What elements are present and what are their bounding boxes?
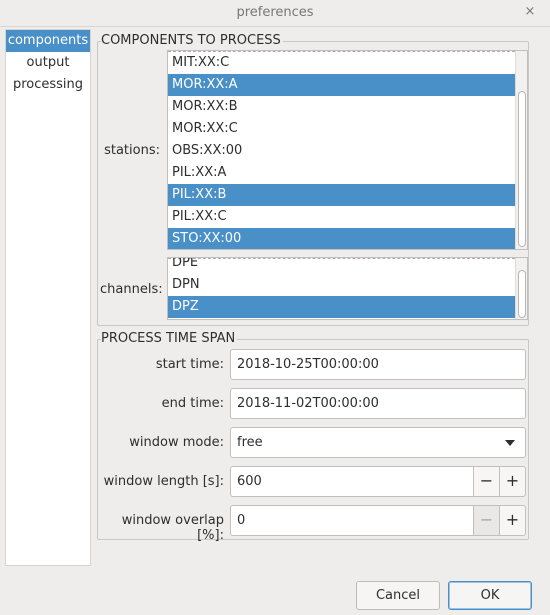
end-time-label: end time: [161, 396, 224, 411]
scrollbar-thumb[interactable] [518, 91, 526, 247]
channels-label: channels: [100, 282, 163, 297]
window-overlap-input[interactable]: 0 [230, 505, 474, 536]
title-bar: preferences × [0, 0, 550, 27]
start-time-input[interactable]: 2018-10-25T00:00:00 [230, 349, 526, 380]
list-item[interactable]: OBS:XX:00 [168, 140, 515, 162]
list-item[interactable]: MOR:XX:A [168, 74, 515, 96]
window-overlap-label: window overlap [%]: [121, 513, 224, 543]
list-item[interactable]: PIL:XX:C [168, 206, 515, 228]
end-time-input[interactable]: 2018-11-02T00:00:00 [230, 388, 526, 419]
scrollbar-thumb[interactable] [518, 270, 526, 318]
stations-label: stations: [104, 143, 160, 158]
sidebar-item-output[interactable]: output [6, 52, 90, 74]
start-time-label: start time: [155, 357, 224, 372]
window-length-input[interactable]: 600 [230, 466, 474, 497]
window-overlap-increment-button[interactable]: + [500, 505, 526, 536]
stations-scrollbar[interactable] [515, 51, 527, 249]
timespan-group-title: PROCESS TIME SPAN [101, 331, 238, 346]
sidebar-item-processing[interactable]: processing [6, 74, 90, 96]
window-length-increment-button[interactable]: + [500, 466, 526, 497]
chevron-down-icon [505, 440, 515, 446]
list-item[interactable]: MOR:XX:C [168, 118, 515, 140]
sidebar: components output processing [5, 29, 91, 566]
list-item[interactable]: MIT:XX:C [168, 52, 515, 74]
close-icon[interactable]: × [522, 4, 538, 20]
channels-scrollbar[interactable] [515, 258, 527, 319]
window-length-decrement-button[interactable]: − [474, 466, 500, 497]
list-item[interactable]: STO:XX:00 [168, 228, 515, 249]
window-title: preferences [236, 5, 314, 20]
sidebar-item-components[interactable]: components [6, 30, 90, 52]
window-mode-label: window mode: [129, 435, 224, 450]
list-item[interactable]: PIL:XX:A [168, 162, 515, 184]
list-item[interactable]: DPZ [168, 296, 515, 318]
list-item[interactable]: DPN [168, 274, 515, 296]
stations-list[interactable]: MIT:XX:C MOR:XX:A MOR:XX:B MOR:XX:C OBS:… [167, 50, 528, 250]
list-item[interactable]: DPE [168, 258, 515, 274]
list-item[interactable]: PIL:XX:B [168, 184, 515, 206]
ok-button[interactable]: OK [448, 581, 532, 610]
list-item[interactable]: MOR:XX:B [168, 96, 515, 118]
window-mode-value: free [237, 435, 263, 450]
channels-list[interactable]: DPE DPN DPZ [167, 257, 528, 320]
window-mode-select[interactable]: free [230, 427, 526, 458]
components-group-title: COMPONENTS TO PROCESS [101, 33, 283, 48]
window-overlap-decrement-button[interactable]: − [474, 505, 500, 536]
window-length-label: window length [s]: [103, 474, 224, 489]
cancel-button[interactable]: Cancel [356, 581, 440, 610]
